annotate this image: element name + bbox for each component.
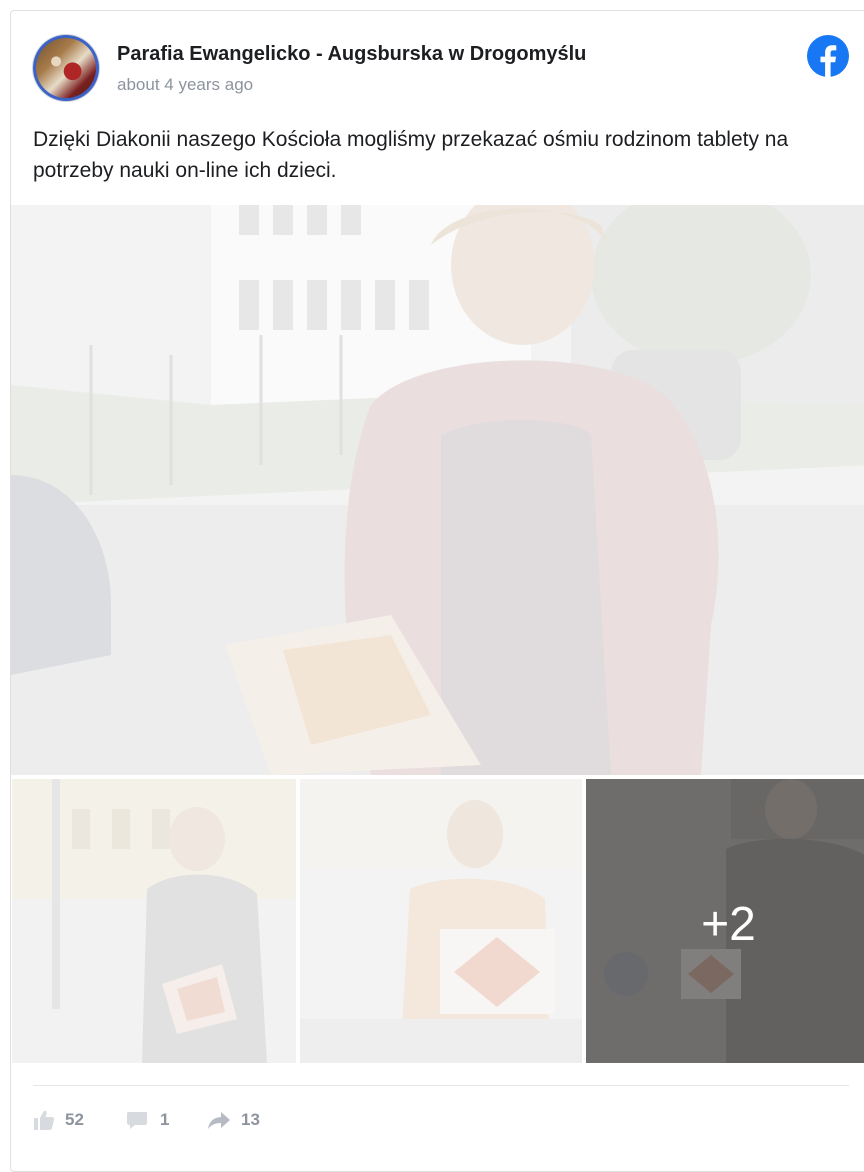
like-icon <box>34 1110 55 1130</box>
post-photo-thumb-2[interactable] <box>300 779 582 1063</box>
more-photos-count: +2 <box>701 898 756 951</box>
photo-thumb-1-image <box>12 779 296 1063</box>
comment-icon <box>127 1112 147 1129</box>
post-timestamp[interactable]: about 4 years ago <box>117 75 253 95</box>
likes-stat[interactable]: 52 <box>33 1107 103 1133</box>
comments-count: 1 <box>160 1110 170 1129</box>
share-icon <box>208 1112 230 1129</box>
facebook-post-card: Parafia Ewangelicko - Augsburska w Drogo… <box>10 10 864 1172</box>
photo-thumb-2-image <box>300 779 582 1063</box>
photo-main-image <box>11 205 864 775</box>
comments-stat[interactable]: 1 <box>126 1107 186 1133</box>
shares-count: 13 <box>241 1110 260 1129</box>
facebook-icon[interactable] <box>807 35 849 77</box>
shares-stat[interactable]: 13 <box>207 1107 277 1133</box>
page-name-link[interactable]: Parafia Ewangelicko - Augsburska w Drogo… <box>117 43 586 66</box>
stats-divider <box>33 1085 849 1086</box>
likes-count: 52 <box>65 1110 84 1129</box>
post-photo-thumb-3[interactable]: +2 <box>586 779 864 1063</box>
post-photo-main[interactable] <box>11 205 864 775</box>
post-photo-thumb-1[interactable] <box>12 779 296 1063</box>
page-avatar[interactable] <box>33 35 99 101</box>
more-photos-overlay[interactable]: +2 <box>586 779 864 1063</box>
post-header: Parafia Ewangelicko - Augsburska w Drogo… <box>11 11 864 121</box>
post-text: Dzięki Diakonii naszego Kościoła mogliśm… <box>33 128 789 182</box>
